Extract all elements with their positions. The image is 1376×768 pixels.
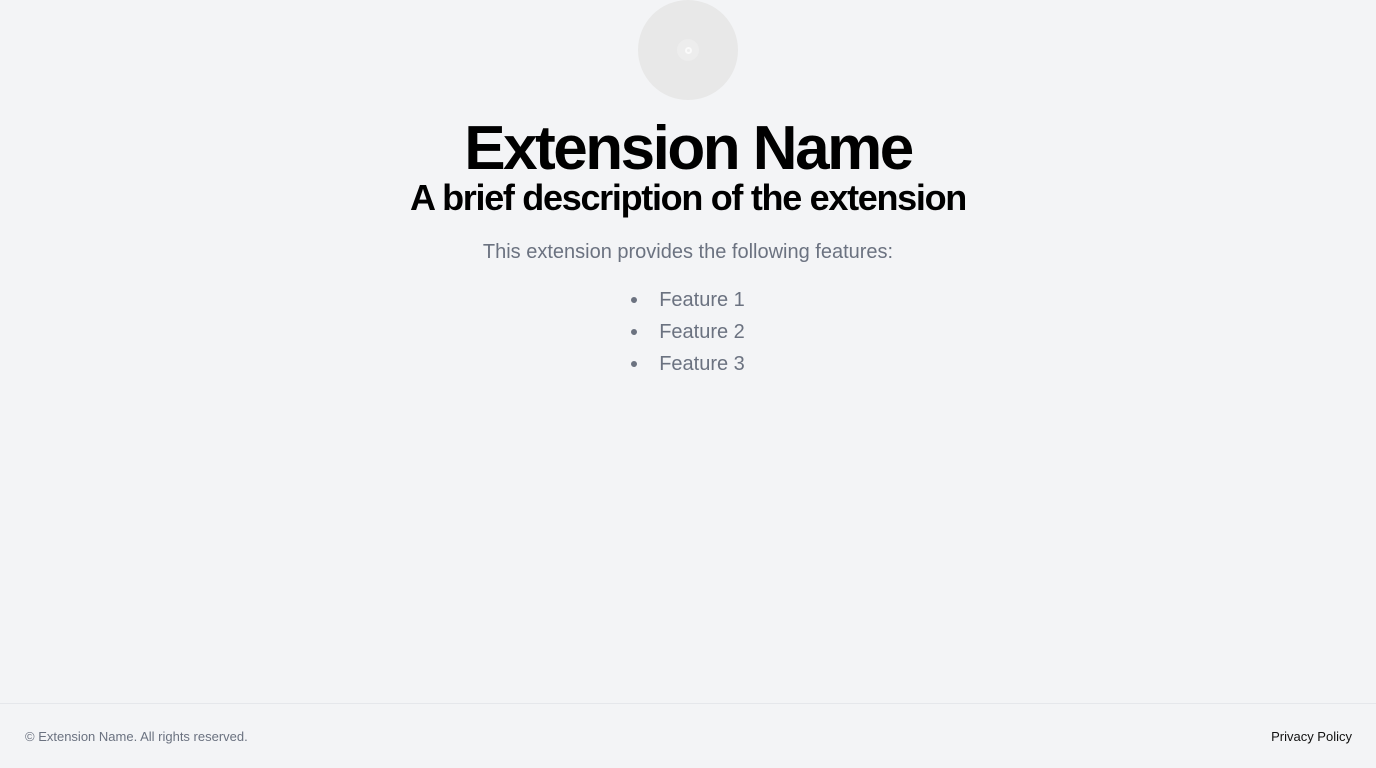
bullet-icon	[631, 297, 638, 303]
page-footer: © Extension Name. All rights reserved. P…	[0, 703, 1376, 768]
feature-label: Feature 3	[659, 353, 745, 375]
bullet-icon	[631, 361, 638, 367]
landing-page: Extension Name A brief description of th…	[0, 0, 1376, 768]
page-title: Extension Name	[464, 114, 914, 183]
feature-item: Feature 1	[631, 286, 745, 314]
extension-logo	[638, 0, 738, 100]
logo-placeholder-icon	[677, 39, 699, 61]
copyright-text: © Extension Name. All rights reserved.	[25, 728, 248, 744]
feature-item: Feature 3	[631, 350, 745, 378]
page-subtitle: A brief description of the extension	[410, 177, 967, 218]
feature-label: Feature 2	[659, 321, 745, 343]
features-intro: This extension provides the following fe…	[482, 241, 894, 263]
logo-dot-icon	[684, 46, 692, 54]
bullet-icon	[631, 329, 638, 335]
feature-item: Feature 2	[631, 318, 745, 346]
privacy-policy-link[interactable]: Privacy Policy	[1271, 729, 1352, 744]
features-list: Feature 1 Feature 2 Feature 3	[631, 286, 745, 378]
feature-label: Feature 1	[659, 289, 745, 311]
hero-section: Extension Name A brief description of th…	[0, 0, 1376, 378]
